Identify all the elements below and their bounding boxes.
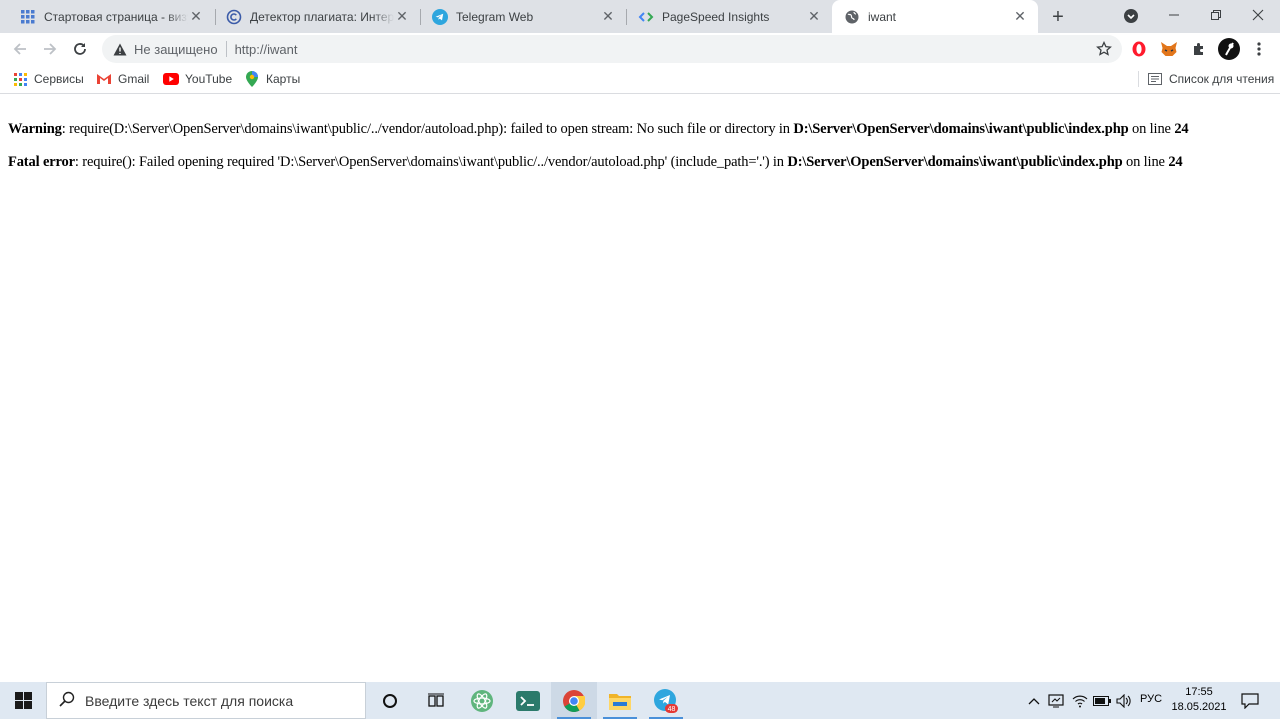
close-icon[interactable]: ✕ xyxy=(394,8,410,25)
fatal-line-text: on line xyxy=(1122,154,1169,170)
chrome-app-icon[interactable] xyxy=(551,682,597,719)
keyboard-language-indicator[interactable]: РУС xyxy=(1140,693,1162,705)
tab-title: iwant xyxy=(868,9,897,24)
warning-file-path: D:\Server\OpenServer\domains\iwant\publi… xyxy=(793,121,1129,137)
warning-text: : require(D:\Server\OpenServer\domains\i… xyxy=(61,121,794,137)
terminal-app-icon[interactable] xyxy=(505,682,551,719)
forward-button[interactable] xyxy=(38,37,62,61)
bookmark-label: Карты xyxy=(266,72,301,86)
tab-title: PageSpeed Insights xyxy=(662,9,770,24)
warning-line-text: on line xyxy=(1128,121,1175,137)
youtube-icon xyxy=(163,71,179,87)
gmail-icon xyxy=(96,71,112,87)
tab-plagiarism[interactable]: Детектор плагиата: Интернет ✕ xyxy=(214,0,420,33)
battery-icon[interactable] xyxy=(1092,682,1112,719)
fatal-text: : require(): Failed opening required 'D:… xyxy=(74,154,788,170)
windows-taskbar: Введите здесь текст для поиска 48 РУС 17… xyxy=(0,682,1280,719)
bookmark-star-icon[interactable] xyxy=(1096,41,1112,57)
apps-grid-icon xyxy=(12,71,28,87)
task-view-button[interactable] xyxy=(413,682,459,719)
tab-iwant[interactable]: iwant ✕ xyxy=(832,0,1038,33)
address-bar[interactable]: Не защищено http://iwant xyxy=(102,35,1122,63)
profile-avatar[interactable] xyxy=(1218,38,1240,60)
telegram-icon xyxy=(432,8,448,25)
copyright-c-icon xyxy=(226,9,242,25)
php-warning-message: Warning: require(D:\Server\OpenServer\do… xyxy=(8,121,1272,138)
telegram-app-icon[interactable]: 48 xyxy=(643,682,689,719)
telegram-unread-badge: 48 xyxy=(668,706,676,713)
extensions-puzzle-icon[interactable] xyxy=(1190,40,1208,58)
fatal-file-path: D:\Server\OpenServer\domains\iwant\publi… xyxy=(787,154,1123,170)
new-tab-button[interactable]: + xyxy=(1046,5,1070,29)
bookmark-services[interactable]: Сервисы xyxy=(12,71,84,87)
menu-kebab-icon[interactable] xyxy=(1250,40,1268,58)
file-explorer-icon[interactable] xyxy=(597,682,643,719)
reload-button[interactable] xyxy=(68,37,92,61)
clock-time: 17:55 xyxy=(1185,686,1213,698)
taskbar-search-placeholder: Введите здесь текст для поиска xyxy=(85,692,294,709)
clock-date: 18.05.2021 xyxy=(1171,701,1227,713)
bookmarks-bar: Сервисы Gmail YouTube Карты Список для ч… xyxy=(0,65,1280,94)
reading-list-label: Список для чтения xyxy=(1169,72,1275,86)
bookmark-label: YouTube xyxy=(185,72,233,86)
bookmark-label: Gmail xyxy=(118,72,150,86)
fatal-label: Fatal error xyxy=(8,154,75,170)
maps-pin-icon xyxy=(244,71,260,87)
tab-strip: Стартовая страница - визуальные закладки… xyxy=(0,0,1280,33)
grid-apps-icon xyxy=(20,9,36,25)
opera-extension-icon[interactable] xyxy=(1130,40,1148,58)
pagespeed-icon xyxy=(638,9,654,25)
bookmark-gmail[interactable]: Gmail xyxy=(96,71,149,87)
search-icon xyxy=(59,691,75,710)
close-icon[interactable]: ✕ xyxy=(1012,8,1028,25)
back-button[interactable] xyxy=(8,37,32,61)
bookmark-maps[interactable]: Карты xyxy=(244,71,300,87)
taskbar-clock[interactable]: 17:55 18.05.2021 xyxy=(1166,685,1232,715)
close-icon[interactable]: ✕ xyxy=(806,8,822,25)
warning-label: Warning xyxy=(8,121,62,137)
warning-triangle-icon[interactable] xyxy=(112,41,128,57)
cortana-button[interactable] xyxy=(367,682,413,719)
close-icon[interactable]: ✕ xyxy=(600,8,616,25)
warning-line-number: 24 xyxy=(1174,121,1189,137)
atom-app-icon[interactable] xyxy=(459,682,505,719)
taskbar-search-box[interactable]: Введите здесь текст для поиска xyxy=(46,682,366,719)
tab-search-icon[interactable] xyxy=(1121,6,1141,26)
php-fatal-error-message: Fatal error: require(): Failed opening r… xyxy=(8,154,1272,171)
tab-start-page[interactable]: Стартовая страница - визуальные закладки… xyxy=(8,0,214,33)
notification-center-icon[interactable] xyxy=(1238,682,1262,719)
reading-list-button[interactable]: Список для чтения xyxy=(1147,71,1274,87)
bookmark-label: Сервисы xyxy=(34,72,84,86)
restore-button[interactable] xyxy=(1194,0,1238,30)
volume-icon[interactable] xyxy=(1114,682,1134,719)
globe-icon xyxy=(844,9,860,25)
tab-telegram[interactable]: Telegram Web ✕ xyxy=(420,0,626,33)
close-window-button[interactable] xyxy=(1236,0,1280,30)
security-status-label[interactable]: Не защищено xyxy=(134,42,218,57)
tab-title: Детектор плагиата: Интернет xyxy=(250,9,394,24)
minimize-button[interactable] xyxy=(1152,0,1196,30)
close-icon[interactable]: ✕ xyxy=(188,8,204,25)
bookmark-youtube[interactable]: YouTube xyxy=(163,71,232,87)
network-monitor-icon[interactable] xyxy=(1046,682,1066,719)
wifi-icon[interactable] xyxy=(1070,682,1090,719)
page-content: Warning: require(D:\Server\OpenServer\do… xyxy=(0,95,1280,682)
tab-title: Telegram Web xyxy=(456,9,534,24)
tab-title: Стартовая страница - визуальные закладки xyxy=(44,9,188,24)
metamask-fox-icon[interactable] xyxy=(1160,40,1178,58)
windows-start-button[interactable] xyxy=(0,682,46,719)
show-hidden-icons-chevron-icon[interactable] xyxy=(1026,682,1042,719)
reading-list-icon xyxy=(1147,71,1163,87)
browser-toolbar: Не защищено http://iwant xyxy=(0,33,1280,65)
tab-pagespeed[interactable]: PageSpeed Insights ✕ xyxy=(626,0,832,33)
fatal-line-number: 24 xyxy=(1168,154,1183,170)
bookmarks-divider xyxy=(1138,71,1139,87)
url-text[interactable]: http://iwant xyxy=(235,42,298,57)
omnibox-divider xyxy=(225,41,227,57)
